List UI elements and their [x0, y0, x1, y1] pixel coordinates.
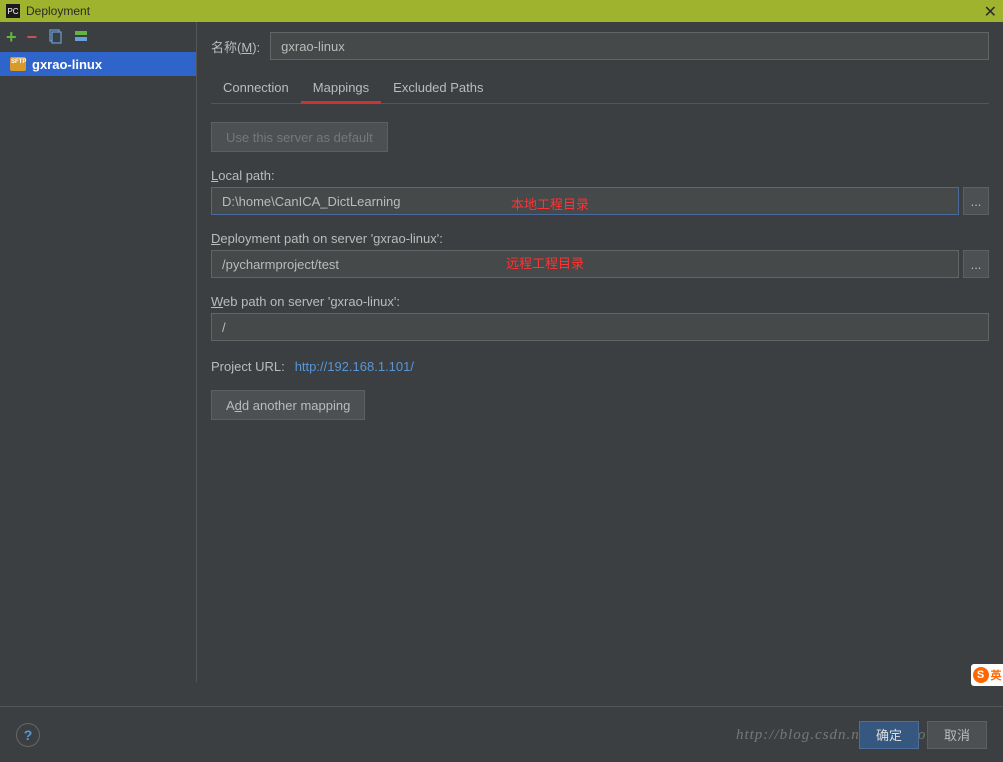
app-icon: PC — [6, 4, 20, 18]
deployment-path-group: Deployment path on server 'gxrao-linux':… — [211, 231, 989, 278]
tab-excluded-paths[interactable]: Excluded Paths — [381, 74, 495, 103]
web-path-label: Web path on server 'gxrao-linux': — [211, 294, 989, 309]
content-panel: 名称(M): Connection Mappings Excluded Path… — [197, 22, 1003, 682]
deployment-path-input[interactable] — [211, 250, 959, 278]
deployment-path-browse-button[interactable]: ... — [963, 250, 989, 278]
tabs: Connection Mappings Excluded Paths — [211, 74, 989, 104]
local-path-browse-button[interactable]: ... — [963, 187, 989, 215]
local-path-input[interactable] — [211, 187, 959, 215]
sftp-icon — [10, 57, 26, 71]
cancel-button[interactable]: 取消 — [927, 721, 987, 749]
copy-icon[interactable] — [47, 29, 63, 45]
server-item-gxrao-linux[interactable]: gxrao-linux — [0, 52, 196, 76]
sidebar: + − gxrao-linux — [0, 22, 197, 682]
add-icon[interactable]: + — [6, 27, 17, 48]
footer-buttons: 确定 取消 — [859, 721, 987, 749]
sogou-ime-badge[interactable]: 英 — [971, 664, 1003, 686]
tab-mappings[interactable]: Mappings — [301, 74, 381, 104]
server-name: gxrao-linux — [32, 57, 102, 72]
name-row: 名称(M): — [211, 32, 989, 60]
web-path-input[interactable] — [211, 313, 989, 341]
deploy-icon[interactable] — [73, 29, 89, 45]
help-icon[interactable]: ? — [16, 723, 40, 747]
project-url-label: Project URL: — [211, 359, 285, 374]
local-path-group: Local path: ... 本地工程目录 — [211, 168, 989, 215]
window-title: Deployment — [26, 4, 90, 18]
sidebar-toolbar: + − — [0, 22, 196, 52]
tab-connection[interactable]: Connection — [211, 74, 301, 103]
deployment-path-label: Deployment path on server 'gxrao-linux': — [211, 231, 989, 246]
project-url-row: Project URL: http://192.168.1.101/ — [211, 359, 989, 374]
name-input[interactable] — [270, 32, 989, 60]
server-list: gxrao-linux — [0, 52, 196, 76]
add-another-mapping-button[interactable]: Add another mapping — [211, 390, 365, 420]
name-label: 名称(M): — [211, 37, 260, 56]
main-area: + − gxrao-linux 名称(M): Connection Mappin… — [0, 22, 1003, 682]
local-path-label: Local path: — [211, 168, 989, 183]
ok-button[interactable]: 确定 — [859, 721, 919, 749]
web-path-group: Web path on server 'gxrao-linux': — [211, 294, 989, 341]
project-url-link[interactable]: http://192.168.1.101/ — [295, 359, 414, 374]
close-icon[interactable]: ✕ — [984, 2, 997, 22]
use-as-default-button[interactable]: Use this server as default — [211, 122, 388, 152]
footer: ? http://blog.csdn.net/jinxiaonian11 确定 … — [0, 706, 1003, 762]
titlebar: PC Deployment ✕ — [0, 0, 1003, 22]
remove-icon[interactable]: − — [27, 27, 38, 48]
